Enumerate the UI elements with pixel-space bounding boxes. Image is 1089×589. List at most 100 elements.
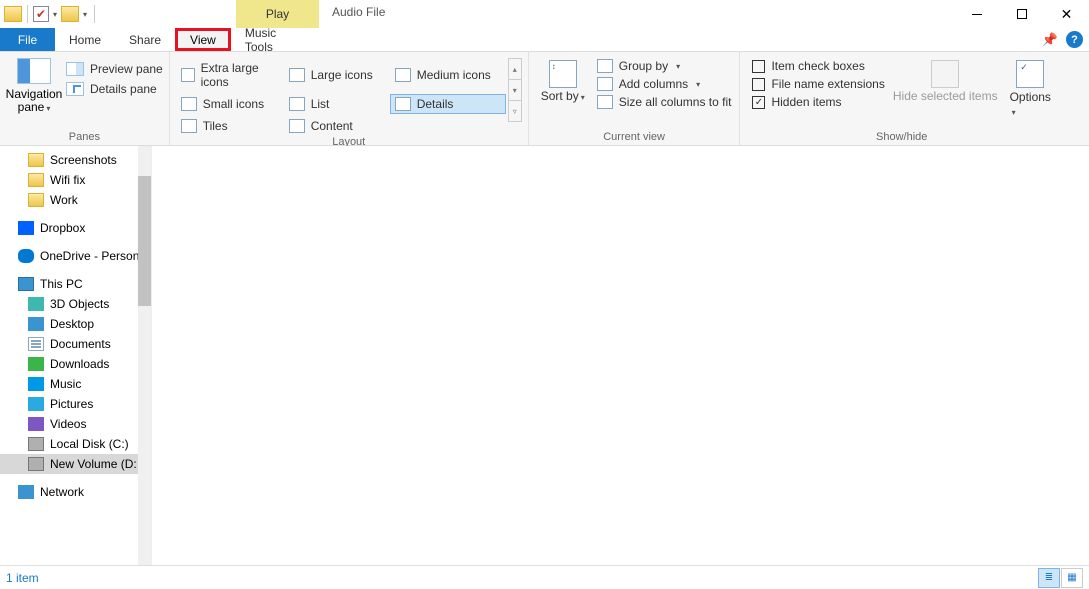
add-columns-button[interactable]: Add columns▾	[595, 76, 734, 92]
tree-item-work[interactable]: Work	[0, 190, 151, 210]
group-by-icon	[597, 59, 613, 73]
preview-pane-button[interactable]: Preview pane	[66, 62, 163, 76]
tree-item-label: Screenshots	[50, 153, 117, 167]
tree-item-onedrive[interactable]: OneDrive - Person	[0, 246, 151, 266]
tree-item-label: Documents	[50, 337, 111, 351]
tab-music-tools[interactable]: Music Tools	[231, 28, 314, 51]
checkbox-icon	[752, 78, 765, 91]
file-list-area[interactable]	[152, 146, 1089, 565]
tree-item-label: Local Disk (C:)	[50, 437, 129, 451]
item-check-boxes-toggle[interactable]: Item check boxes	[750, 58, 886, 74]
close-button[interactable]: ✕	[1044, 0, 1089, 28]
folder-icon[interactable]	[4, 6, 22, 22]
layout-scroll[interactable]: ▴▾▿	[508, 58, 522, 122]
list-icon	[289, 97, 305, 111]
sidebar-scroll-thumb[interactable]	[138, 176, 151, 306]
caret-icon[interactable]: ▾	[81, 10, 89, 19]
qat-dropdown-icon[interactable]: ▾	[51, 10, 59, 19]
properties-icon[interactable]: ✔	[33, 6, 49, 22]
layout-large[interactable]: Large icons	[284, 58, 388, 92]
tree-item-ddrive[interactable]: New Volume (D:	[0, 454, 151, 474]
tree-item-pictures[interactable]: Pictures	[0, 394, 151, 414]
details-icon	[395, 97, 411, 111]
pin-icon[interactable]: 📌	[1042, 32, 1058, 48]
help-icon[interactable]: ?	[1066, 31, 1083, 48]
group-layout: Extra large icons Large icons Medium ico…	[170, 52, 529, 145]
window-title: Audio File	[332, 5, 385, 19]
cdrive-icon	[28, 437, 44, 451]
layout-tiles[interactable]: Tiles	[176, 116, 282, 136]
medium-icons-icon	[395, 68, 411, 82]
layout-medium[interactable]: Medium icons	[390, 58, 506, 92]
tab-home[interactable]: Home	[55, 28, 115, 51]
tree-item-downloads[interactable]: Downloads	[0, 354, 151, 374]
file-name-ext-toggle[interactable]: File name extensions	[750, 76, 886, 92]
tree-item-desktop[interactable]: Desktop	[0, 314, 151, 334]
minimize-button[interactable]	[954, 0, 999, 28]
view-details-toggle[interactable]: ≣	[1038, 568, 1060, 588]
onedrive-icon	[18, 249, 34, 263]
tree-item-label: Network	[40, 485, 84, 499]
view-large-toggle[interactable]: ▦	[1061, 568, 1083, 588]
tree-item-music[interactable]: Music	[0, 374, 151, 394]
group-by-button[interactable]: Group by▾	[595, 58, 734, 74]
title-bar: ✔ ▾ ▾ Play Audio File ✕	[0, 0, 1089, 28]
checkbox-icon	[752, 60, 765, 73]
tree-item-label: Dropbox	[40, 221, 85, 235]
options-button[interactable]: ✓ Options▾	[1004, 56, 1057, 131]
navigation-pane-button[interactable]: Navigation pane▾	[6, 56, 62, 131]
options-icon: ✓	[1016, 60, 1044, 88]
tree-item-label: Work	[50, 193, 78, 207]
details-pane-button[interactable]: Details pane	[66, 82, 163, 96]
layout-details[interactable]: Details	[390, 94, 506, 114]
layout-small[interactable]: Small icons	[176, 94, 282, 114]
tree-item-thispc[interactable]: This PC	[0, 274, 151, 294]
tree-item-cdrive[interactable]: Local Disk (C:)	[0, 434, 151, 454]
group-label: Current view	[535, 131, 734, 145]
tree-item-label: This PC	[40, 277, 83, 291]
tree-item-label: OneDrive - Person	[40, 249, 139, 263]
hide-selected-icon	[931, 60, 959, 88]
tree-item-dropbox[interactable]: Dropbox	[0, 218, 151, 238]
tree-item-documents[interactable]: Documents	[0, 334, 151, 354]
qat-separator	[94, 5, 95, 23]
documents-icon	[28, 337, 44, 351]
navigation-pane-icon	[17, 58, 51, 84]
add-columns-icon	[597, 77, 613, 91]
status-bar: 1 item ≣ ▦	[0, 565, 1089, 589]
open-folder-icon[interactable]	[61, 6, 79, 22]
sort-by-button[interactable]: ↕ Sort by▾	[535, 56, 591, 131]
size-columns-button[interactable]: Size all columns to fit	[595, 94, 734, 110]
layout-content[interactable]: Content	[284, 116, 388, 136]
thispc-icon	[18, 277, 34, 291]
large-icons-icon	[289, 68, 305, 82]
hide-selected-button: Hide selected items	[887, 56, 1004, 131]
tree-item-label: Pictures	[50, 397, 93, 411]
group-current-view: ↕ Sort by▾ Group by▾ Add columns▾ Size a…	[529, 52, 741, 145]
layout-list[interactable]: List	[284, 94, 388, 114]
network-icon	[18, 485, 34, 499]
tree-item-3d[interactable]: 3D Objects	[0, 294, 151, 314]
tree-item-label: Music	[50, 377, 81, 391]
tab-file[interactable]: File	[0, 28, 55, 51]
pictures-icon	[28, 397, 44, 411]
group-panes: Navigation pane▾ Preview pane Details pa…	[0, 52, 170, 145]
3d-icon	[28, 297, 44, 311]
tab-view[interactable]: View	[175, 28, 231, 51]
tree-item-wifi[interactable]: Wifi fix	[0, 170, 151, 190]
tree-item-screenshots[interactable]: Screenshots	[0, 150, 151, 170]
hidden-items-toggle[interactable]: Hidden items	[750, 94, 886, 110]
dropbox-icon	[18, 221, 34, 235]
wifi-icon	[28, 173, 44, 187]
details-view-icon: ≣	[1045, 572, 1053, 583]
tree-item-network[interactable]: Network	[0, 482, 151, 502]
large-view-icon: ▦	[1067, 572, 1076, 583]
tree-item-videos[interactable]: Videos	[0, 414, 151, 434]
contextual-tab-play[interactable]: Play	[236, 0, 319, 28]
size-columns-icon	[597, 95, 613, 109]
group-show-hide: Item check boxes File name extensions Hi…	[740, 52, 1062, 145]
screenshots-icon	[28, 153, 44, 167]
layout-extra-large[interactable]: Extra large icons	[176, 58, 282, 92]
tab-share[interactable]: Share	[115, 28, 175, 51]
maximize-button[interactable]	[999, 0, 1044, 28]
